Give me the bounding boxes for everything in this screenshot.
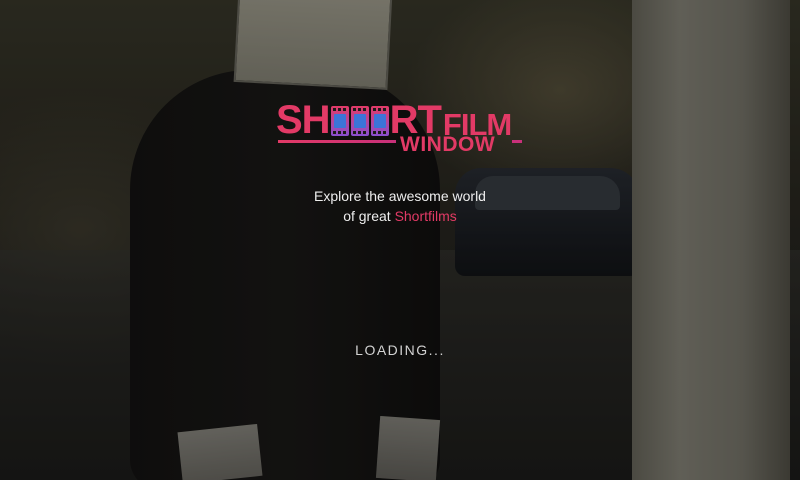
tagline-line1: Explore the awesome world: [314, 188, 486, 204]
app-logo: SH RT FILM WINDOW: [276, 94, 526, 166]
tagline-line2-prefix: of great: [343, 208, 395, 224]
logo-text-window: WINDOW: [400, 133, 496, 156]
film-strip-icon: [330, 106, 389, 136]
tagline-line2: of great Shortfilms: [200, 206, 600, 226]
logo-underline-tail: [512, 140, 522, 143]
logo-text-sh: SH: [276, 98, 331, 142]
tagline: Explore the awesome world of great Short…: [200, 186, 600, 226]
dark-overlay: [0, 0, 800, 480]
tagline-accent: Shortfilms: [394, 208, 457, 224]
loading-indicator: LOADING...: [355, 342, 445, 358]
background-photo: [0, 0, 800, 480]
logo-underline: [278, 140, 396, 143]
